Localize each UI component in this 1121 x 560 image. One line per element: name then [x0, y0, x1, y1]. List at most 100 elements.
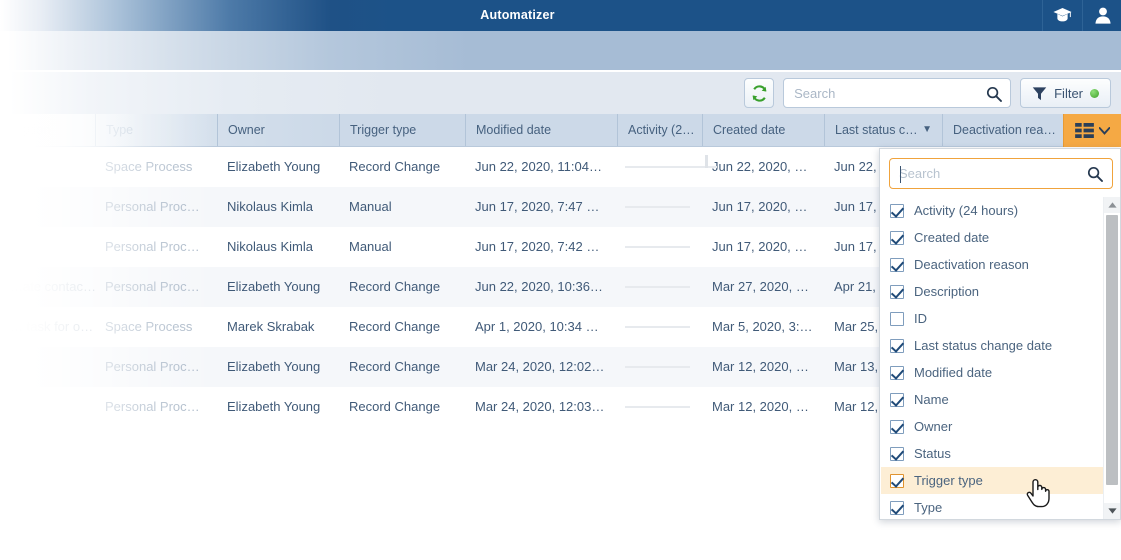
checkbox[interactable] [890, 285, 904, 299]
toolbar: Filter [744, 78, 1111, 108]
column-option-label: Created date [914, 230, 989, 245]
column-option-label: Owner [914, 419, 952, 434]
panel-scrollbar[interactable] [1103, 197, 1119, 519]
column-header-type[interactable]: Type [95, 114, 223, 146]
text-cursor [900, 166, 901, 183]
activity-sparkline [625, 326, 690, 328]
column-option-modified-date[interactable]: Modified date [881, 359, 1105, 386]
column-option-deactivation-reason[interactable]: Deactivation reason [881, 251, 1105, 278]
column-option-description[interactable]: Description [881, 278, 1105, 305]
cell-trigger: Manual [339, 227, 465, 267]
checkbox[interactable] [890, 447, 904, 461]
activity-sparkline [625, 246, 690, 248]
cell-owner: Nikolaus Kimla [217, 227, 339, 267]
column-header-label: Created date [713, 123, 785, 137]
activity-sparkline [625, 366, 690, 368]
caret-down-icon [1108, 508, 1117, 514]
checkbox[interactable] [890, 501, 904, 515]
column-header-deactivation[interactable]: Deactivation rea… [942, 114, 1063, 146]
column-option-name[interactable]: Name [881, 386, 1105, 413]
cell-created: Mar 12, 2020, … [702, 387, 824, 427]
column-option-list: Activity (24 hours) Created date Deactivat… [881, 197, 1105, 519]
column-header-label: Deactivation rea… [953, 123, 1056, 137]
cell-modified: Apr 1, 2020, 10:34 … [465, 307, 617, 347]
cell-owner: Nikolaus Kimla [217, 187, 339, 227]
checkbox[interactable] [890, 393, 904, 407]
cell-created: Jun 17, 2020, … [702, 187, 824, 227]
column-header-label: Modified date [476, 123, 551, 137]
checkbox[interactable] [890, 312, 904, 326]
graduation-cap-icon [1053, 8, 1072, 23]
checkbox[interactable] [890, 420, 904, 434]
column-option-id[interactable]: ID [881, 305, 1105, 332]
column-option-last-status-change-date[interactable]: Last status change date [881, 332, 1105, 359]
cell-owner: Elizabeth Young [217, 387, 339, 427]
search-box[interactable] [783, 78, 1011, 108]
columns-grid-icon [1075, 123, 1094, 138]
column-header-owner[interactable]: Owner [217, 114, 339, 146]
cell-modified: Mar 24, 2020, 12:03… [465, 387, 617, 427]
cell-type: Personal Proc… [95, 387, 223, 427]
filter-label: Filter [1054, 86, 1083, 101]
cell-trigger: Record Change [339, 147, 465, 187]
app-root: Automatizer [0, 0, 1121, 560]
table-header-row: ...iption Type OwnerTrigger type Modified d… [0, 114, 1121, 147]
cell-type: Personal Proc… [95, 187, 223, 227]
column-header-laststatus[interactable]: Last status c…▼ [824, 114, 942, 146]
checkbox[interactable] [890, 231, 904, 245]
search-input[interactable] [784, 79, 1010, 107]
cell-description: …ate contac… [0, 267, 95, 307]
column-option-label: Last status change date [914, 338, 1052, 353]
page-title: Automatizer [0, 0, 1035, 31]
cell-type: Personal Proc… [95, 347, 223, 387]
activity-bar [705, 155, 708, 168]
scroll-up-arrow[interactable] [1104, 197, 1120, 213]
cell-trigger: Record Change [339, 267, 465, 307]
checkbox[interactable] [890, 258, 904, 272]
refresh-button[interactable] [744, 78, 774, 108]
column-header-label: Activity (2… [628, 123, 695, 137]
column-header-activity[interactable]: Activity (2… [617, 114, 702, 146]
app-header: Automatizer [0, 0, 1121, 31]
column-chooser-button[interactable] [1063, 114, 1121, 147]
column-option-activity-24-hours[interactable]: Activity (24 hours) [881, 197, 1105, 224]
cell-description: … task for o… [0, 307, 95, 347]
column-option-label: Type [914, 500, 942, 515]
checkbox[interactable] [890, 339, 904, 353]
checkbox[interactable] [890, 474, 904, 488]
graduation-cap-icon-button[interactable] [1042, 0, 1082, 31]
activity-sparkline [625, 406, 690, 408]
column-option-owner[interactable]: Owner [881, 413, 1105, 440]
column-header-created[interactable]: Created date [702, 114, 824, 146]
column-option-trigger-type[interactable]: Trigger type [881, 467, 1105, 494]
cell-owner: Marek Skrabak [217, 307, 339, 347]
cell-modified: Jun 22, 2020, 10:36… [465, 267, 617, 307]
sort-descending-icon[interactable]: ▼ [922, 114, 932, 146]
column-option-label: Deactivation reason [914, 257, 1029, 272]
cell-owner: Elizabeth Young [217, 267, 339, 307]
panel-search-box[interactable] [889, 158, 1113, 189]
filter-icon [1032, 86, 1047, 101]
search-icon [1087, 166, 1103, 182]
column-option-status[interactable]: Status [881, 440, 1105, 467]
column-option-type[interactable]: Type [881, 494, 1105, 519]
column-option-created-date[interactable]: Created date [881, 224, 1105, 251]
filter-button[interactable]: Filter [1020, 78, 1111, 108]
checkbox[interactable] [890, 204, 904, 218]
column-option-label: Trigger type [914, 473, 983, 488]
column-header-label: Type [106, 123, 133, 137]
user-icon [1095, 7, 1111, 24]
column-header-trigger[interactable]: Trigger type [339, 114, 465, 146]
column-option-label: Activity (24 hours) [914, 203, 1018, 218]
scrollbar-thumb[interactable] [1106, 215, 1118, 485]
column-header-label: ...iption [10, 123, 50, 137]
activity-sparkline [625, 286, 690, 288]
activity-sparkline [625, 166, 717, 168]
user-icon-button[interactable] [1082, 0, 1121, 31]
column-header-modified[interactable]: Modified date [465, 114, 617, 146]
panel-search-input[interactable] [890, 159, 1112, 188]
cell-created: Mar 27, 2020, … [702, 267, 824, 307]
checkbox[interactable] [890, 366, 904, 380]
column-header-description[interactable]: ...iption [0, 114, 95, 146]
scroll-down-arrow[interactable] [1104, 503, 1120, 519]
